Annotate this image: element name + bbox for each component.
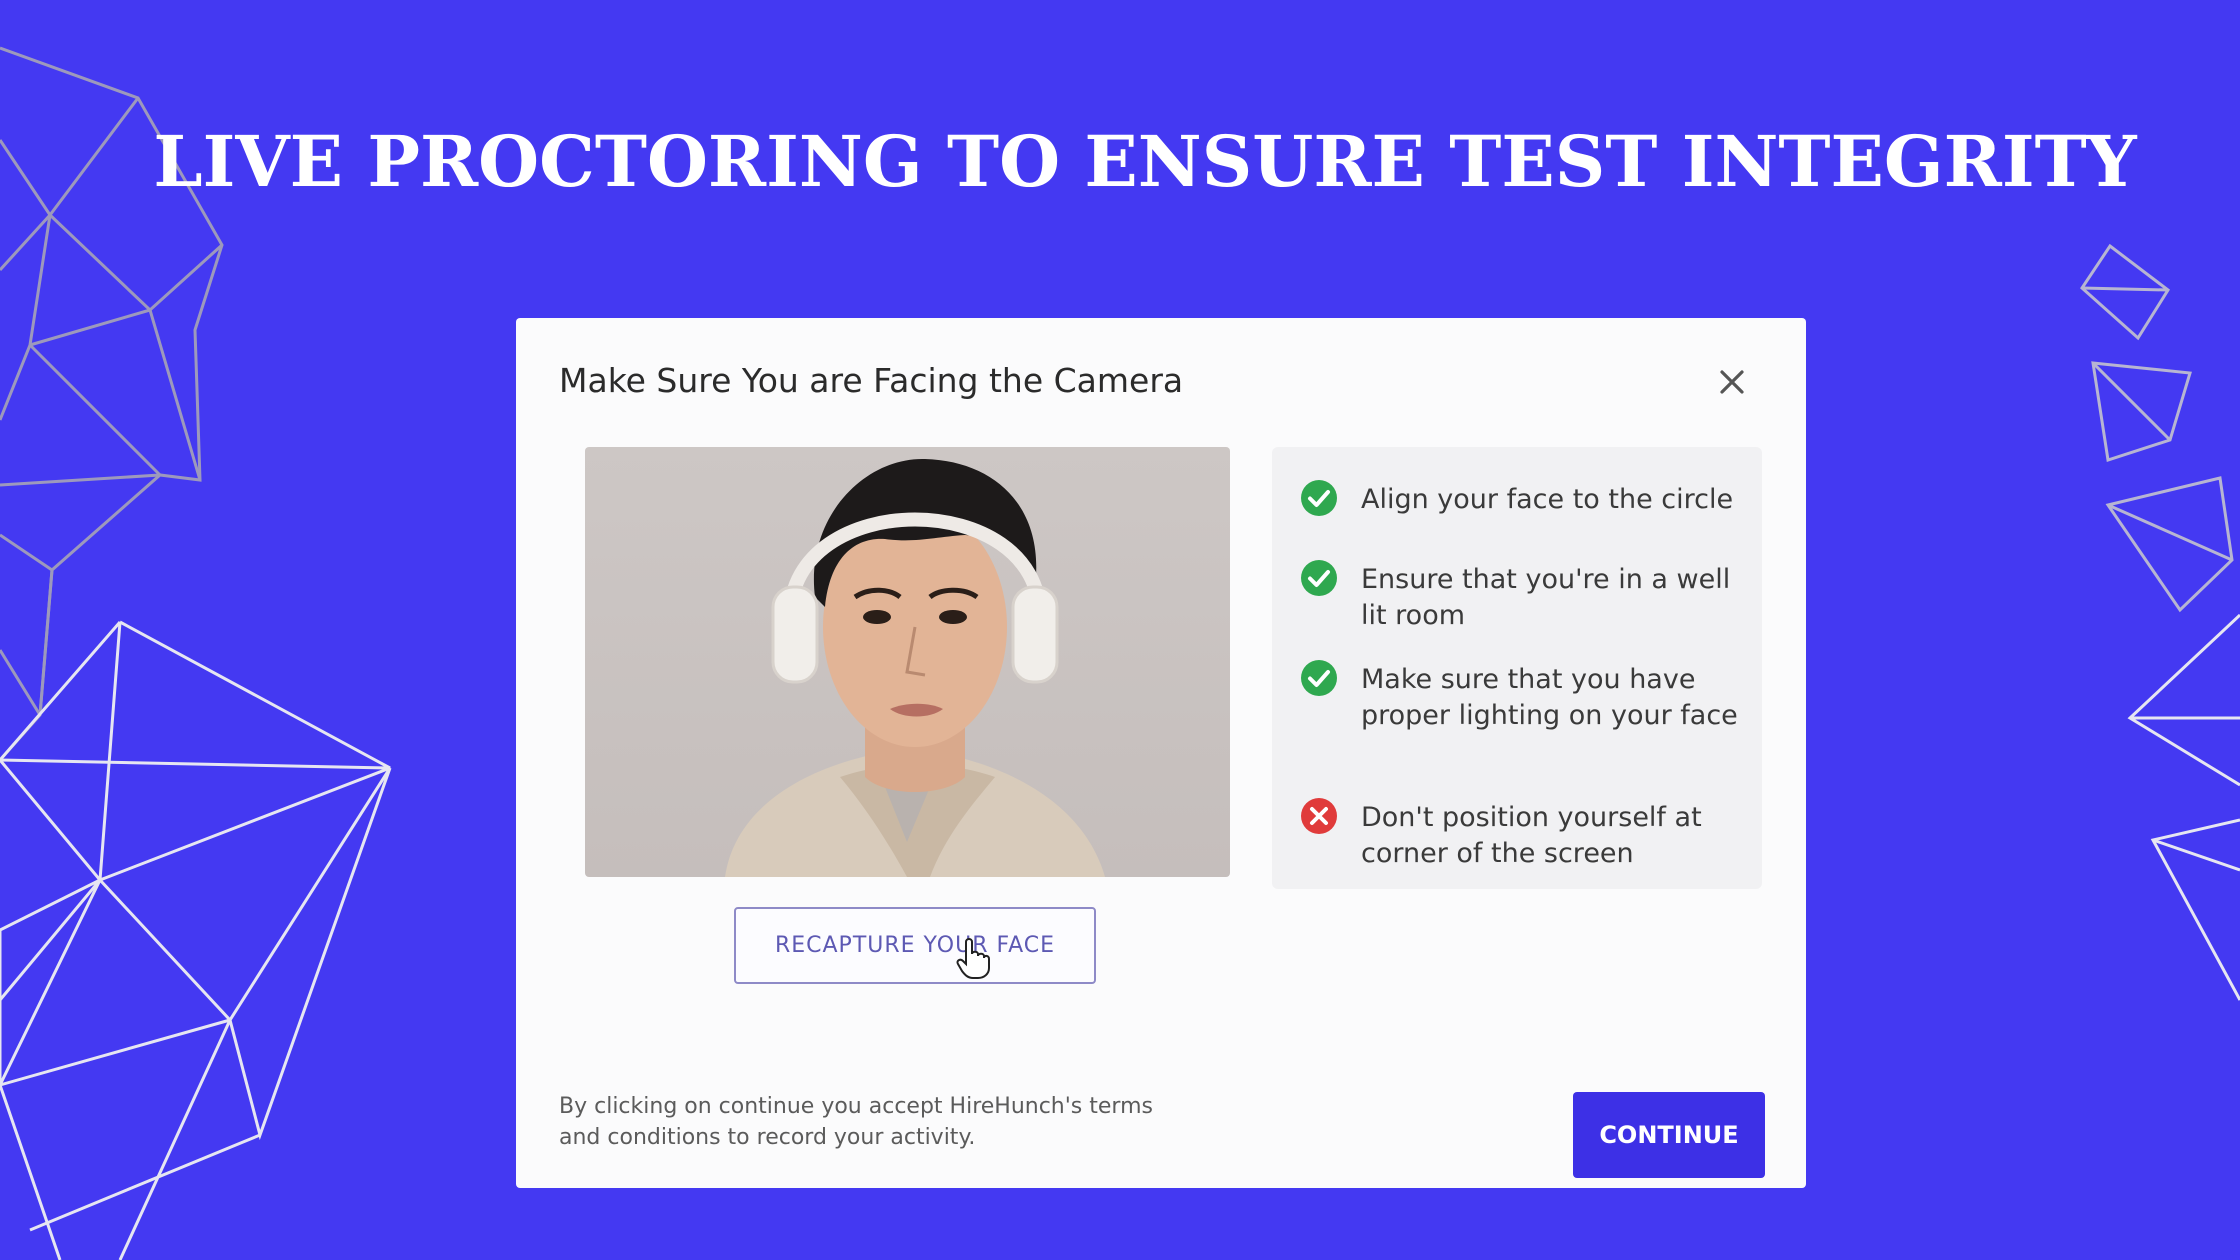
check-circle-icon (1300, 559, 1338, 597)
continue-button[interactable]: CONTINUE (1573, 1092, 1765, 1178)
checklist-item-text: Make sure that you have proper lighting … (1361, 664, 1738, 731)
checklist-item-text: Align your face to the circle (1361, 484, 1734, 515)
camera-preview (585, 447, 1230, 877)
checklist-item-text: Ensure that you're in a well lit room (1361, 564, 1731, 631)
recapture-face-button[interactable]: RECAPTURE YOUR FACE (734, 907, 1096, 984)
error-circle-icon (1300, 797, 1338, 835)
check-circle-icon (1300, 659, 1338, 697)
modal-title: Make Sure You are Facing the Camera (559, 361, 1184, 400)
checklist-item: Ensure that you're in a well lit room (1300, 559, 1741, 634)
checklist-item: Don't position yourself at corner of the… (1300, 797, 1741, 872)
check-circle-icon (1300, 479, 1338, 517)
checklist-item: Align your face to the circle (1300, 479, 1741, 518)
camera-check-modal: Make Sure You are Facing the Camera RECA… (516, 318, 1806, 1188)
requirements-checklist: Align your face to the circle Ensure tha… (1272, 447, 1762, 889)
terms-notice: By clicking on continue you accept HireH… (559, 1094, 1153, 1150)
checklist-item: Make sure that you have proper lighting … (1300, 659, 1741, 734)
checklist-item-text: Don't position yourself at corner of the… (1361, 802, 1702, 869)
close-icon[interactable] (1712, 362, 1752, 402)
page-headline: LIVE PROCTORING TO ENSURE TEST INTEGRITY (153, 120, 2137, 203)
hand-cursor-icon (956, 936, 990, 980)
